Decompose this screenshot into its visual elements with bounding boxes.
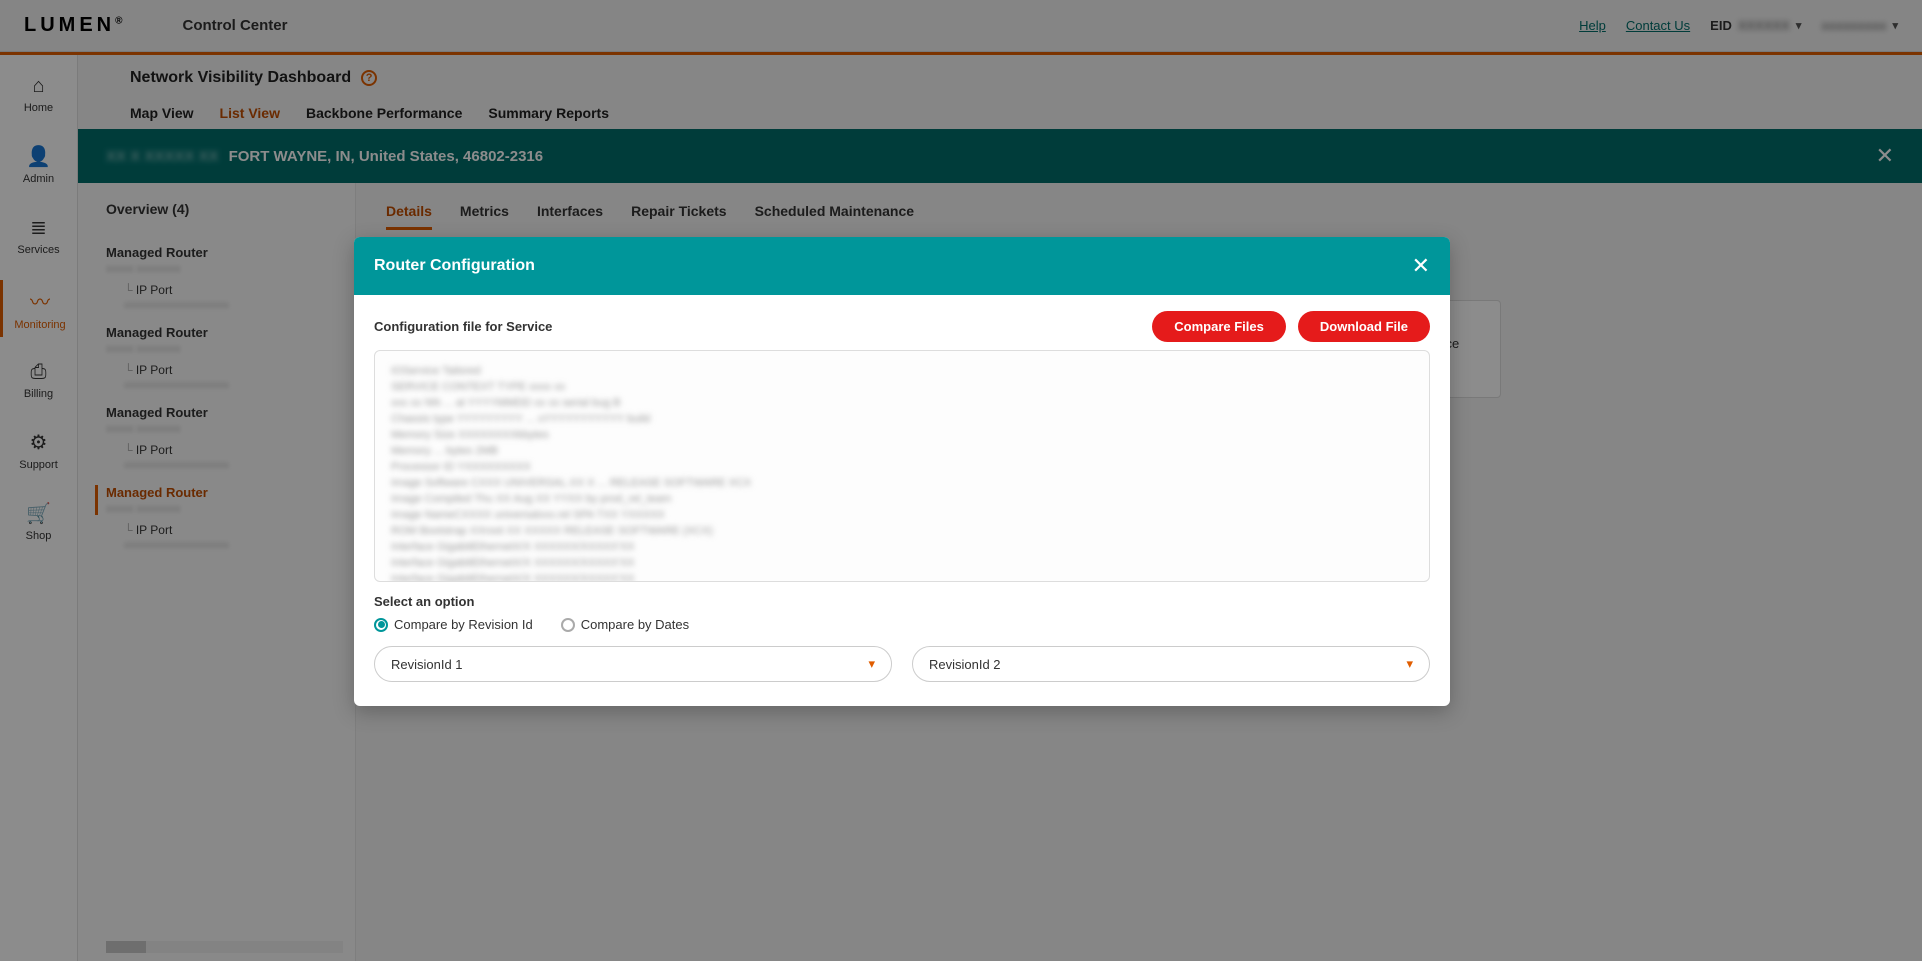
radio-revision-id[interactable]: Compare by Revision Id: [374, 617, 533, 632]
radio-dates[interactable]: Compare by Dates: [561, 617, 689, 632]
config-file-label: Configuration file for Service: [374, 319, 552, 334]
select-option-label: Select an option: [374, 594, 1430, 609]
revision-1-select[interactable]: RevisionId 1 ▾: [374, 646, 892, 682]
radio-group: Compare by Revision Id Compare by Dates: [374, 617, 1430, 632]
modal-title: Router Configuration: [374, 257, 535, 275]
router-config-modal: Router Configuration ✕ Configuration fil…: [354, 237, 1450, 706]
modal-header: Router Configuration ✕: [354, 237, 1450, 295]
chevron-down-icon: ▾: [868, 656, 875, 672]
revision-2-select[interactable]: RevisionId 2 ▾: [912, 646, 1430, 682]
compare-files-button[interactable]: Compare Files: [1152, 311, 1286, 342]
radio-off-icon: [561, 618, 575, 632]
radio-on-icon: [374, 618, 388, 632]
config-content-box[interactable]: IOService Tailored SERVICE CONTEXT TYPE …: [374, 350, 1430, 582]
modal-close-icon[interactable]: ✕: [1412, 253, 1430, 279]
download-file-button[interactable]: Download File: [1298, 311, 1430, 342]
chevron-down-icon: ▾: [1406, 656, 1413, 672]
